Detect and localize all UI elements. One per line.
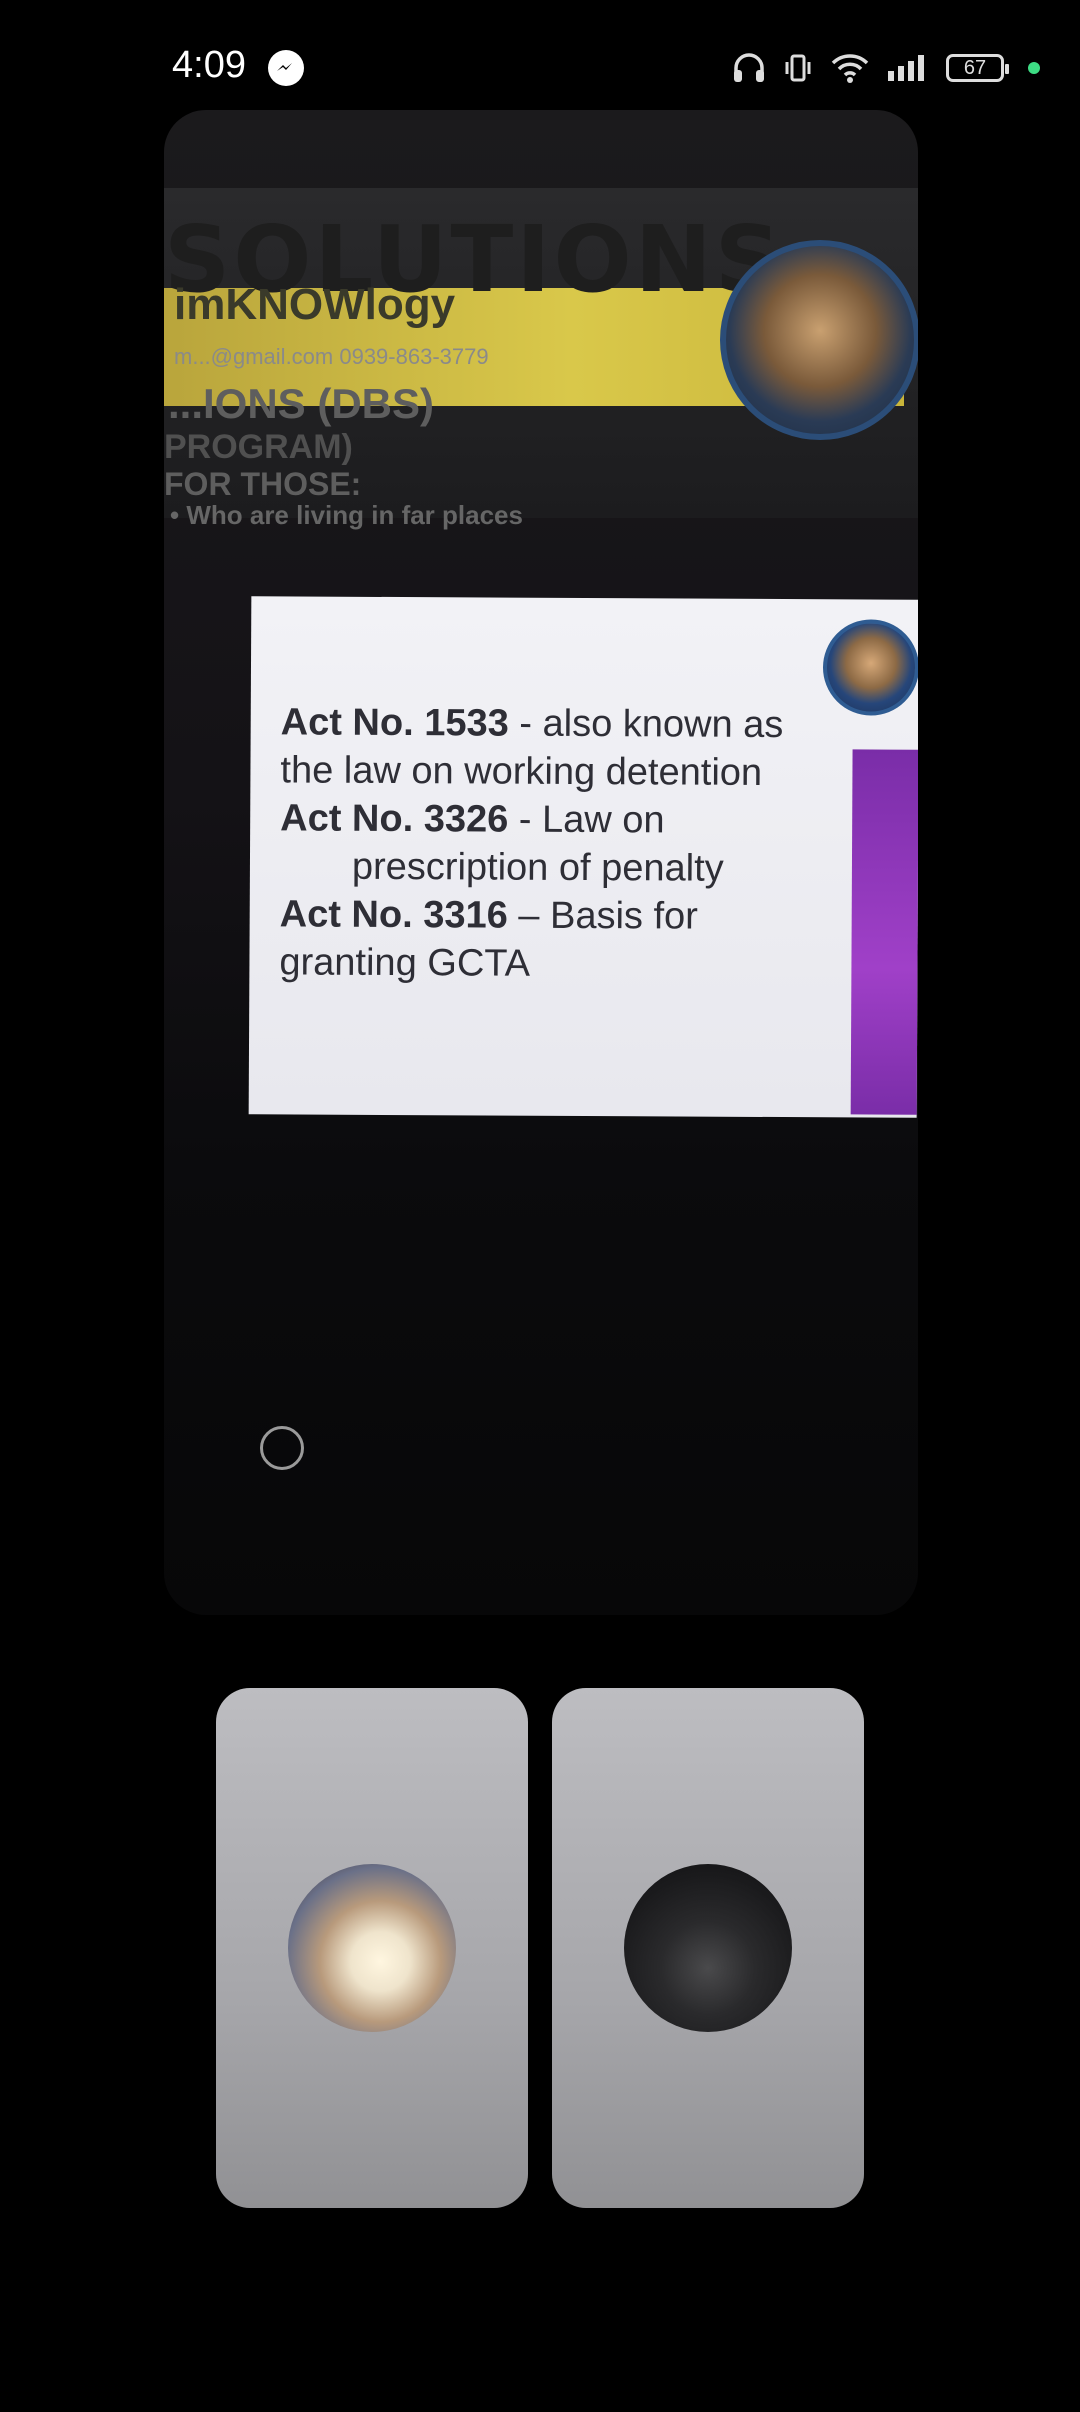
laptop-keyboard	[184, 1220, 918, 1540]
banner-contact: m...@gmail.com 0939-863-3779	[174, 344, 489, 369]
vibrate-icon	[785, 54, 811, 82]
messenger-icon	[268, 50, 304, 86]
wifi-icon	[831, 54, 869, 83]
slide-item-2-text: - Law on	[508, 798, 665, 842]
status-icons: 67	[732, 48, 1040, 88]
presentation-slide: Act No. 1533 - also known as the law on …	[248, 596, 918, 1118]
participant-tile-2[interactable]	[552, 1688, 864, 2208]
participant-tile-1[interactable]	[216, 1688, 528, 2208]
windows-key-icon	[260, 1426, 304, 1470]
participant-2-avatar	[624, 1864, 792, 2032]
banner-line-4: • Who are living in far places	[170, 500, 523, 530]
mascot-logo	[720, 240, 918, 440]
participant-1-avatar	[288, 1864, 456, 2032]
banner-line-1: ...IONS (DBS)	[168, 380, 435, 427]
slide-text: Act No. 1533 - also known as the law on …	[279, 698, 841, 989]
slide-act-3326: Act No. 3326	[280, 797, 509, 841]
signal-icon	[888, 55, 924, 81]
slide-item-2-text-cont: prescription of penalty	[351, 845, 724, 890]
slide-act-3316: Act No. 3316	[279, 893, 508, 937]
battery-icon: 67	[946, 54, 1009, 82]
headphones-icon	[734, 53, 764, 82]
banner-line-3: FOR THOSE:	[164, 466, 362, 502]
status-time: 4:09	[172, 44, 246, 86]
banner-line-2: PROGRAM)	[164, 428, 353, 466]
status-dot	[1028, 62, 1040, 74]
main-video-feed[interactable]: SOLUTIONS imKNOWlogy m...@gmail.com 0939…	[164, 110, 918, 1615]
slide-act-1533: Act No. 1533	[280, 701, 509, 745]
slide-accent-bar	[850, 749, 918, 1115]
banner-subtitle: imKNOWlogy	[174, 280, 456, 329]
